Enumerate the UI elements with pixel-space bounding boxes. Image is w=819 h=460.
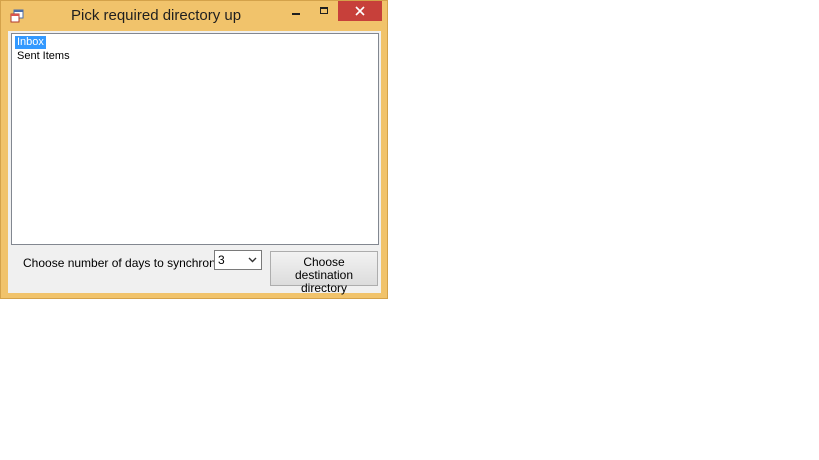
close-button[interactable] bbox=[338, 1, 382, 21]
close-icon bbox=[355, 6, 365, 16]
folder-list[interactable]: Inbox Sent Items bbox=[11, 33, 379, 245]
minimize-button[interactable] bbox=[282, 1, 310, 21]
list-item-sent-items[interactable]: Sent Items bbox=[15, 50, 72, 63]
list-item-inbox[interactable]: Inbox bbox=[15, 36, 46, 49]
days-dropdown[interactable]: 3 bbox=[214, 250, 262, 270]
title-bar[interactable]: Pick required directory up bbox=[1, 1, 387, 31]
days-label: Choose number of days to synchronize bbox=[23, 256, 232, 270]
days-dropdown-value: 3 bbox=[218, 253, 225, 267]
window-client-area: Inbox Sent Items Choose number of days t… bbox=[8, 31, 381, 295]
maximize-button[interactable] bbox=[310, 1, 338, 21]
app-window-icon[interactable] bbox=[10, 9, 24, 23]
window-title: Pick required directory up bbox=[71, 7, 242, 24]
chevron-down-icon bbox=[248, 257, 257, 263]
main-window: Pick required directory up Inbox Sent It… bbox=[0, 0, 388, 299]
choose-destination-button[interactable]: Choose destination directory bbox=[270, 251, 378, 295]
